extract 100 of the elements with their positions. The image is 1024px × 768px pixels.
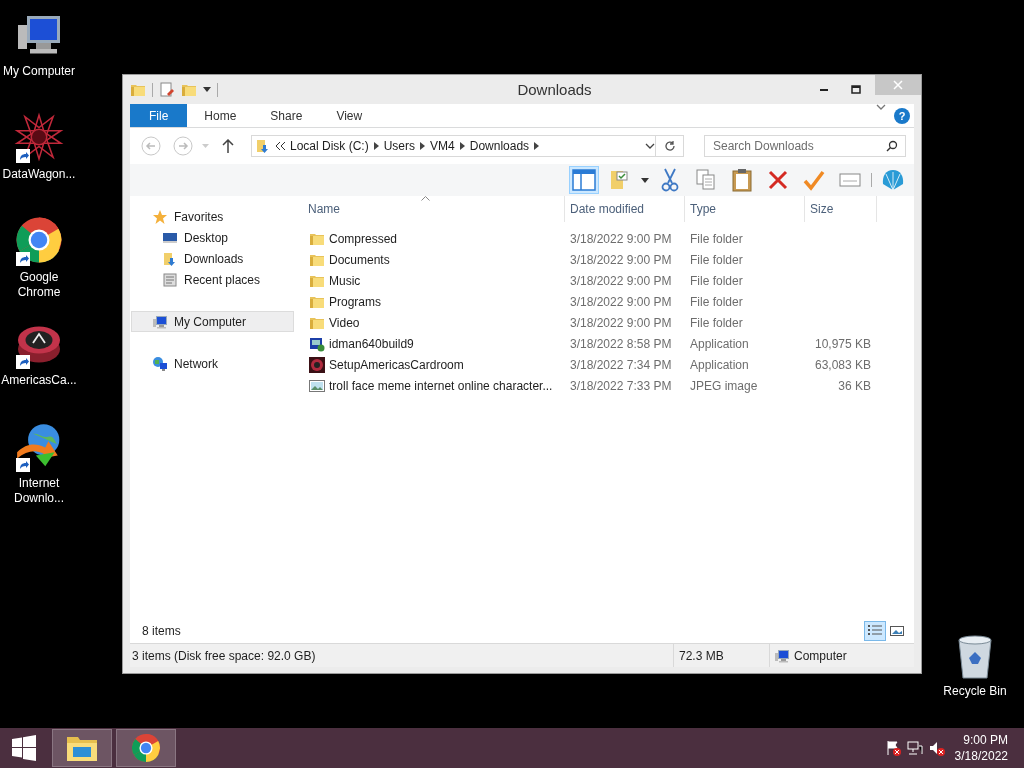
date-cell-text: 3/18/2022 9:00 PM	[569, 273, 673, 288]
star-icon	[152, 208, 168, 225]
chevron-right-icon	[373, 142, 379, 150]
desktop-icon-label[interactable]: Google Chrome	[0, 270, 78, 300]
file-name[interactable]: Video	[329, 315, 360, 330]
chrome-icon	[131, 733, 161, 763]
nav-item[interactable]: Favorites	[131, 206, 294, 227]
breadcrumb[interactable]: Users	[383, 139, 416, 153]
type-cell-text: File folder	[689, 273, 744, 288]
type-cell-text: Application	[689, 336, 750, 351]
properties-icon	[159, 81, 175, 98]
refresh-button[interactable]	[656, 135, 684, 157]
ribbon-tab[interactable]: File	[130, 104, 188, 127]
column-header[interactable]: Name	[303, 196, 565, 222]
nav-item[interactable]: Recent places	[131, 269, 294, 290]
file-name[interactable]: idman640build9	[329, 336, 414, 351]
taskbar-app-button[interactable]	[116, 729, 176, 767]
chevron-right-icon	[459, 142, 465, 150]
chrome-icon	[15, 216, 63, 264]
breadcrumb[interactable]: VM4	[430, 139, 455, 153]
preview-pane-button[interactable]	[569, 166, 599, 194]
up-arrow-icon	[222, 139, 234, 153]
file-name[interactable]: Programs	[329, 294, 381, 309]
type-cell-text: Application	[689, 357, 750, 372]
image-file-icon	[309, 377, 325, 394]
desktop-icon-label[interactable]: Recycle Bin	[943, 684, 1007, 699]
date-cell-text: 3/18/2022 7:34 PM	[569, 357, 673, 372]
forward-icon	[173, 136, 193, 156]
nav-item[interactable]: Downloads	[131, 248, 294, 269]
refresh-icon	[663, 140, 676, 152]
date-cell-text: 3/18/2022 9:00 PM	[569, 252, 673, 267]
breadcrumb[interactable]: Downloads	[469, 139, 530, 153]
rename-field-icon	[839, 172, 861, 188]
layout-pane-icon	[572, 169, 596, 191]
type-cell-text: File folder	[689, 231, 744, 246]
chevron-right-icon	[534, 142, 540, 150]
file-name[interactable]: SetupAmericasCardroom	[329, 357, 464, 372]
shell-icon	[881, 168, 905, 192]
expand-ribbon-icon	[876, 104, 886, 110]
poker-chip-icon	[309, 356, 325, 373]
history-caret-icon	[202, 144, 209, 148]
close-icon	[893, 80, 903, 90]
date-cell-text: 3/18/2022 7:33 PM	[569, 378, 673, 393]
network-icon	[152, 355, 168, 372]
scissors-icon	[661, 168, 679, 192]
recent-places-icon	[162, 271, 178, 288]
copy-icon	[696, 169, 716, 191]
search-field[interactable]: Search Downloads	[704, 135, 906, 157]
column-header[interactable]: Date modified	[565, 196, 685, 222]
nav-item[interactable]: Desktop	[131, 227, 294, 248]
starburst-icon	[14, 112, 64, 162]
selection-size: 72.3 MB	[679, 648, 724, 663]
nav-item[interactable]: Network	[131, 353, 294, 374]
speaker-muted-icon	[928, 740, 945, 756]
size-cell-text: 10,975 KB	[813, 336, 872, 351]
thumbnail-view-icon	[889, 624, 905, 638]
item-count: 8 items	[142, 624, 181, 638]
ribbon-tab[interactable]: View	[319, 104, 380, 127]
computer-icon	[774, 647, 790, 664]
clock[interactable]: 9:00 PM 3/18/2022	[954, 732, 1008, 764]
column-header[interactable]: Type	[685, 196, 805, 222]
type-cell-text: File folder	[689, 294, 744, 309]
view-button[interactable]	[864, 621, 886, 641]
date-cell-text: 3/18/2022 9:00 PM	[569, 294, 673, 309]
nav-item[interactable]: My Computer	[131, 311, 294, 332]
help-button[interactable]: ?	[894, 107, 910, 124]
desktop-icon-label[interactable]: AmericasCa...	[1, 373, 77, 388]
dropdown-caret-icon	[203, 87, 211, 92]
windows-logo-icon	[11, 735, 37, 761]
desktop-icon-label[interactable]: My Computer	[3, 64, 75, 79]
ribbon-tab[interactable]: Home	[187, 104, 254, 127]
window-title: Downloads	[516, 81, 593, 98]
taskbar-app-button[interactable]	[52, 729, 112, 767]
recycle-bin-icon	[955, 632, 995, 680]
file-name[interactable]: Documents	[329, 252, 390, 267]
checkmark-icon	[803, 169, 825, 191]
details-view-icon	[867, 624, 883, 638]
type-cell-text: File folder	[689, 252, 744, 267]
selection-status: 3 items (Disk free space: 92.0 GB)	[132, 648, 316, 663]
file-name[interactable]: Music	[329, 273, 361, 288]
computer-icon	[152, 313, 168, 330]
overflow-chevrons-icon	[276, 142, 285, 150]
downloads-folder-icon	[162, 250, 178, 267]
file-name[interactable]: Compressed	[329, 231, 398, 246]
address-bar[interactable]: Local Disk (C:) Users VM4 Downloads	[251, 135, 656, 157]
maximize-icon	[851, 84, 861, 95]
desktop-icon-label[interactable]: Internet Downlo...	[0, 476, 78, 506]
action-center-flag-icon	[884, 740, 901, 756]
date-cell-text: 3/18/2022 9:00 PM	[569, 315, 673, 330]
search-icon	[886, 140, 898, 152]
type-cell-text: JPEG image	[689, 378, 759, 393]
column-header[interactable]: Size	[805, 196, 877, 222]
network-icon	[906, 740, 923, 756]
ribbon-tab[interactable]: Share	[253, 104, 320, 127]
type-cell-text: File folder	[689, 315, 744, 330]
chevron-right-icon	[420, 142, 426, 150]
breadcrumb[interactable]: Local Disk (C:)	[290, 139, 369, 153]
installer-icon	[309, 335, 325, 352]
file-name[interactable]: troll face meme internet online character...	[329, 378, 553, 393]
desktop-icon-label[interactable]: DataWagon...	[2, 167, 76, 182]
